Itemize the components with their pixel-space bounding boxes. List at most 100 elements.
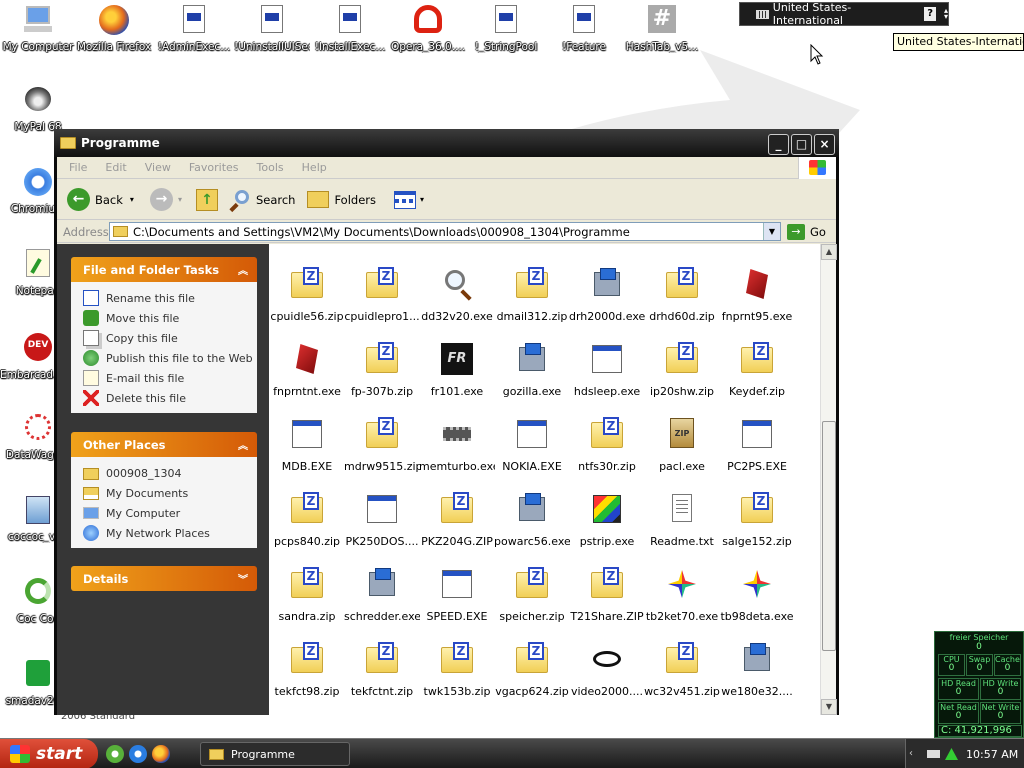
file-item[interactable]: Zfp-307b.zip <box>344 342 420 398</box>
place-my-documents[interactable]: My Documents <box>83 483 257 503</box>
file-item[interactable]: video2000.... <box>569 643 645 698</box>
file-item[interactable]: gozilla.exe <box>494 343 570 398</box>
file-item[interactable]: tb2ket70.exe <box>644 568 720 623</box>
collapse-icon[interactable]: ︽ <box>238 437 248 452</box>
details-header[interactable]: Details ︾ <box>71 566 257 591</box>
file-item[interactable]: costudio.exe <box>719 244 795 245</box>
file-item[interactable]: Ztekfct98.zip <box>269 642 345 698</box>
file-item[interactable]: ASET299.EXE <box>419 244 495 245</box>
place-network-places[interactable]: My Network Places <box>83 523 257 543</box>
taskbar-item-programme[interactable]: Programme <box>200 742 350 766</box>
desktop-icon[interactable]: !AdminExec... <box>156 4 232 53</box>
task-delete[interactable]: Delete this file <box>83 388 257 408</box>
collapse-icon[interactable]: ︽ <box>238 262 248 277</box>
menu-help[interactable]: Help <box>302 161 327 174</box>
scroll-down-button[interactable]: ▼ <box>821 699 837 715</box>
task-email[interactable]: E-mail this file <box>83 368 257 388</box>
other-places-header[interactable]: Other Places ︽ <box>71 432 257 457</box>
address-input[interactable]: C:\Documents and Settings\VM2\My Documen… <box>109 222 781 241</box>
file-item[interactable]: ZIP pacl.exe <box>644 418 720 473</box>
file-item[interactable]: Zsalge152.zip <box>719 492 795 548</box>
up-button[interactable]: ↑ <box>195 188 218 211</box>
close-button[interactable]: × <box>814 134 835 155</box>
menu-tools[interactable]: Tools <box>257 161 284 174</box>
file-item[interactable]: NOKIA.EXE <box>494 418 570 473</box>
menu-favorites[interactable]: Favorites <box>189 161 239 174</box>
task-publish-web[interactable]: Publish this file to the Web <box>83 348 257 368</box>
file-tasks-header[interactable]: File and Folder Tasks ︽ <box>71 257 257 282</box>
internet-explorer-icon[interactable] <box>129 745 147 763</box>
desktop-icon[interactable]: MyPal 68 <box>0 84 76 133</box>
scroll-thumb[interactable] <box>822 421 836 651</box>
file-item[interactable]: arj270.exe <box>344 244 420 245</box>
desktop-icon[interactable]: !Feature <box>546 4 622 53</box>
back-dropdown-icon[interactable]: ▾ <box>130 195 134 204</box>
file-item[interactable]: Ztwk153b.zip <box>419 642 495 698</box>
file-item[interactable]: fnprnt95.exe <box>719 268 795 323</box>
desktop-icon[interactable]: Mozilla Firefox <box>76 4 152 53</box>
file-item[interactable]: Readme.txt <box>644 493 720 548</box>
file-item[interactable]: Zcpuidlepro1... <box>344 267 420 323</box>
menu-view[interactable]: View <box>145 161 171 174</box>
firefox-icon[interactable] <box>152 745 170 763</box>
file-item[interactable]: cdq95.exe <box>569 244 645 245</box>
quick-launch-media-icon[interactable] <box>106 745 124 763</box>
file-item[interactable]: SPEED.EXE <box>419 568 495 623</box>
file-item[interactable]: PC2PS.EXE <box>719 418 795 473</box>
file-item[interactable]: Zcpuidle56.zip <box>269 267 345 323</box>
file-item[interactable]: Zdmail312.zip <box>494 267 570 323</box>
file-item[interactable]: Ztekfctnt.zip <box>344 642 420 698</box>
file-item[interactable]: PK250DOS.... <box>344 493 420 548</box>
place-my-computer[interactable]: My Computer <box>83 503 257 523</box>
minimize-button[interactable]: _ <box>768 134 789 155</box>
file-item[interactable]: ARJ241GE.... <box>269 244 345 245</box>
search-button[interactable]: Search <box>229 189 295 212</box>
file-item[interactable]: Zmdrw9515.zip <box>344 417 420 473</box>
file-item[interactable]: Zwc32v451.zip <box>644 642 720 698</box>
file-item[interactable]: Zsandra.zip <box>269 567 345 623</box>
file-item[interactable]: Z T21Share.ZIP <box>569 567 645 623</box>
desktop-icon[interactable]: !_StringPool <box>468 4 544 53</box>
back-button[interactable]: ← Back ▾ <box>67 188 134 211</box>
file-item[interactable]: hdsleep.exe <box>569 343 645 398</box>
scroll-up-button[interactable]: ▲ <box>821 244 837 260</box>
menu-edit[interactable]: Edit <box>105 161 126 174</box>
task-copy[interactable]: Copy this file <box>83 328 257 348</box>
window-titlebar[interactable]: Programme _ □ × <box>54 129 839 157</box>
maximize-button[interactable]: □ <box>791 134 812 155</box>
file-item[interactable]: MDB.EXE <box>269 418 345 473</box>
file-item[interactable]: Zvgacp624.zip <box>494 642 570 698</box>
file-item[interactable]: conf930s.zip <box>644 244 720 245</box>
file-item[interactable]: dd32v20.exe <box>419 268 495 323</box>
views-button[interactable]: ▾ <box>394 190 424 209</box>
file-item[interactable]: Z Keydef.zip <box>719 342 795 398</box>
network-icon[interactable] <box>927 750 940 758</box>
langbar-options-icon[interactable]: ▴ ▾ <box>944 7 948 21</box>
file-item[interactable]: pstrip.exe <box>569 493 645 548</box>
place-folder[interactable]: 000908_1304 <box>83 463 257 483</box>
task-rename[interactable]: Rename this file <box>83 288 257 308</box>
alert-icon[interactable] <box>945 748 958 760</box>
file-item[interactable]: asutil98.exe <box>494 244 570 245</box>
desktop-icon[interactable]: # HashTab_v5... <box>624 4 700 53</box>
file-item[interactable]: Zdrhd60d.zip <box>644 267 720 323</box>
go-button[interactable]: → Go <box>787 223 826 240</box>
tray-expand-icon[interactable]: ‹ <box>909 748 922 760</box>
language-bar[interactable]: United States-International ? ▴ ▾ <box>739 1 949 27</box>
menu-file[interactable]: File <box>69 161 87 174</box>
file-item[interactable]: fnprntnt.exe <box>269 343 345 398</box>
file-item[interactable]: Z PKZ204G.ZIP <box>419 492 495 548</box>
help-icon[interactable]: ? <box>924 7 936 21</box>
vertical-scrollbar[interactable]: ▲ ▼ <box>820 244 837 715</box>
desktop-icon[interactable]: Opera_36.0.... <box>390 4 466 53</box>
expand-icon[interactable]: ︾ <box>238 571 248 586</box>
file-item[interactable]: tb98deta.exe <box>719 568 795 623</box>
file-item[interactable]: powarc56.exe <box>494 493 570 548</box>
file-item[interactable]: FR fr101.exe <box>419 343 495 398</box>
clock[interactable]: 10:57 AM <box>966 748 1018 761</box>
file-item[interactable]: drh2000d.exe <box>569 268 645 323</box>
file-item[interactable]: memturbo.exe <box>419 418 495 473</box>
file-item[interactable]: Zpcps840.zip <box>269 492 345 548</box>
file-item[interactable]: we180e32.... <box>719 643 795 698</box>
desktop-icon[interactable]: My Computer <box>0 4 76 53</box>
